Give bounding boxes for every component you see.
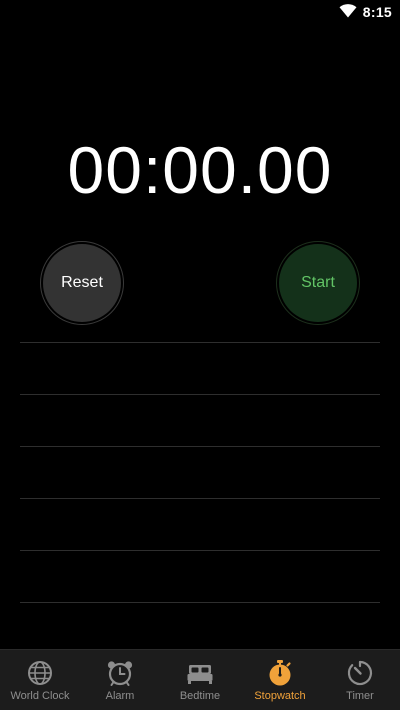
lap-row-divider [20,550,380,602]
start-button[interactable]: Start [276,241,360,325]
lap-row-divider [20,342,380,394]
tab-bedtime[interactable]: Bedtime [160,650,240,710]
timer-icon [346,659,374,687]
bed-icon [186,659,214,687]
lap-row-divider [20,394,380,446]
stopwatch-screen: 8:15 00:00.00 Reset Start World Clock Al… [0,0,400,710]
tab-label: Timer [346,690,374,702]
lap-row-divider [20,498,380,550]
lap-row-divider [20,602,380,603]
alarm-clock-icon [106,659,134,687]
tab-label: Stopwatch [254,690,306,702]
stopwatch-icon [266,659,294,687]
tab-label: Bedtime [179,690,221,702]
status-bar: 8:15 [0,0,400,24]
globe-icon [26,659,54,687]
lap-row-divider [20,446,380,498]
tab-label: World Clock [10,690,70,702]
status-time: 8:15 [362,4,392,20]
tab-label: Alarm [105,690,135,702]
tab-bar: World Clock Alarm Bedtime Stopwatch Time… [0,649,400,710]
tab-timer[interactable]: Timer [320,650,400,710]
reset-button-label: Reset [43,244,121,322]
tab-stopwatch[interactable]: Stopwatch [240,650,320,710]
start-button-label: Start [279,244,357,322]
reset-button[interactable]: Reset [40,241,124,325]
tab-alarm[interactable]: Alarm [80,650,160,710]
wifi-icon [339,4,357,18]
lap-list [20,342,380,603]
stopwatch-time-display: 00:00.00 [67,133,333,207]
tab-world-clock[interactable]: World Clock [0,650,80,710]
